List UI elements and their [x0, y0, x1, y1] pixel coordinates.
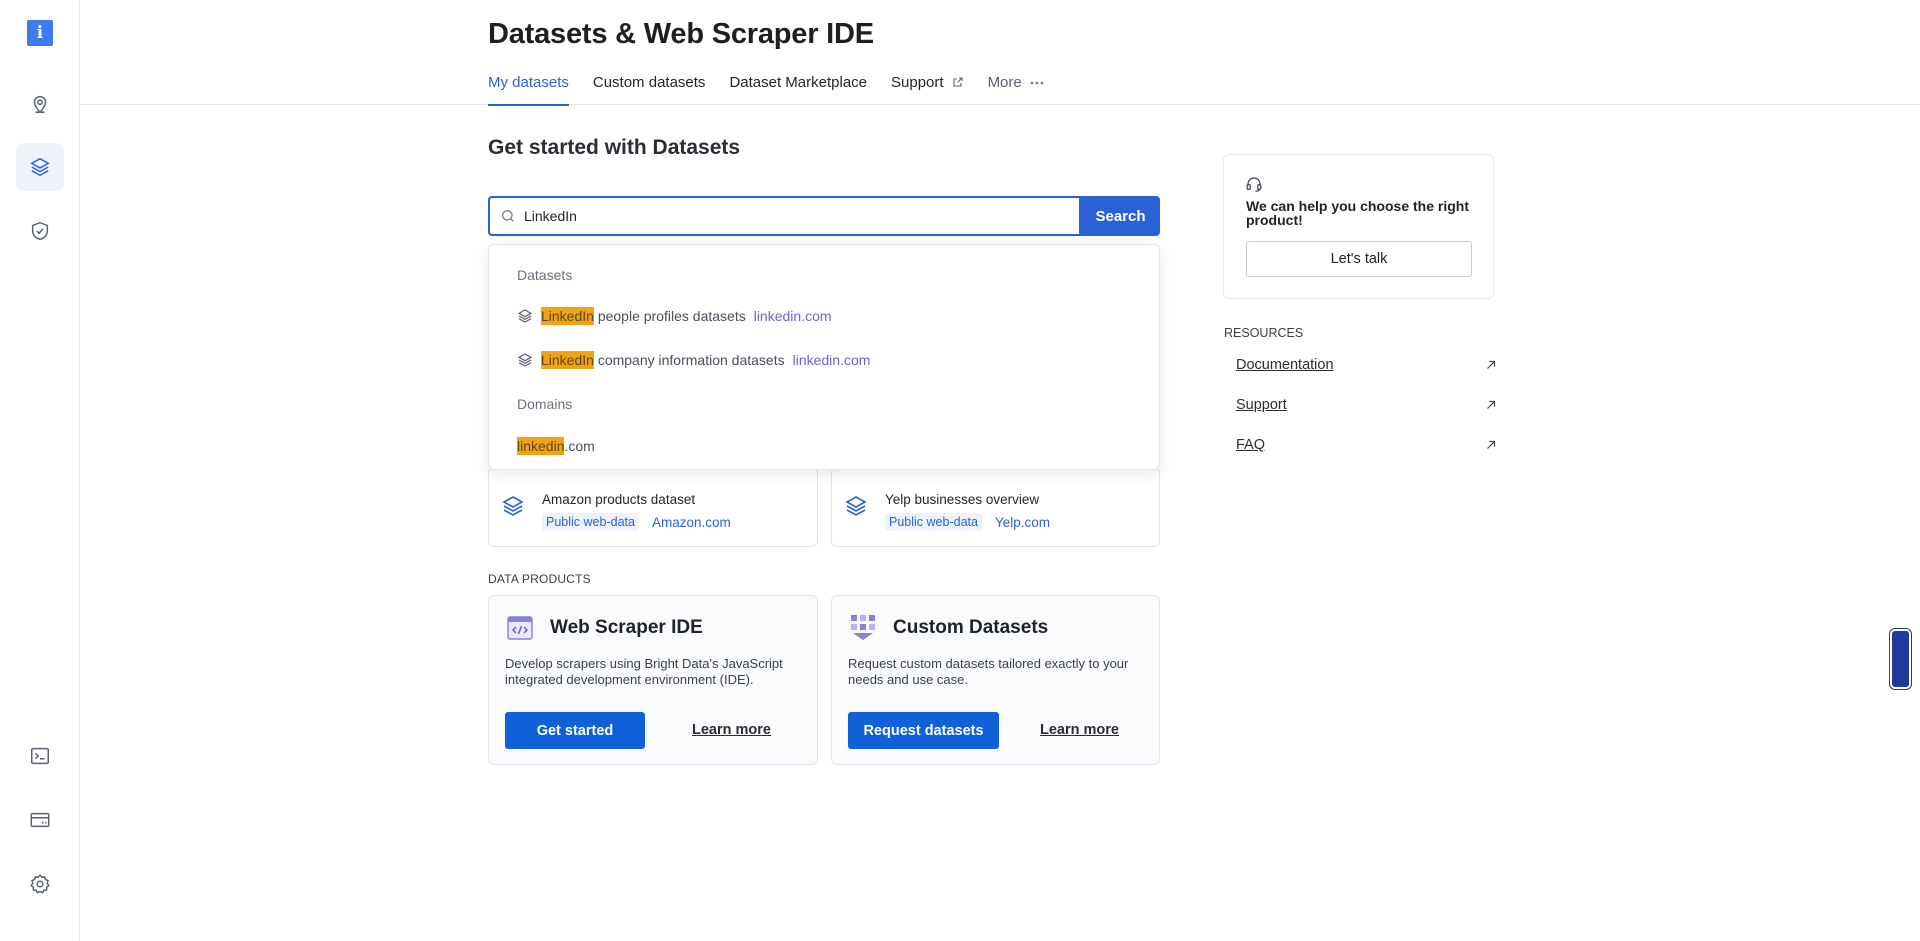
ellipsis-icon: [1030, 81, 1044, 85]
suggestion-domain: linkedin.com: [792, 352, 871, 368]
dataset-tag: Public web-data: [885, 513, 982, 531]
resource-link-support[interactable]: Support: [1236, 397, 1498, 413]
layers-icon: [844, 494, 868, 523]
resources-label: RESOURCES: [1224, 326, 1304, 340]
info-logo-icon[interactable]: i: [27, 20, 53, 46]
layers-icon: [517, 352, 533, 368]
product-card-custom-datasets: Custom Datasets Request custom datasets …: [831, 595, 1160, 765]
terminal-icon: [31, 747, 49, 765]
search-button[interactable]: Search: [1081, 196, 1160, 236]
product-title: Web Scraper IDE: [550, 617, 703, 638]
location-pin-icon: [33, 96, 47, 114]
search-field[interactable]: [488, 196, 1081, 236]
accessibility-widget-button[interactable]: [1889, 628, 1912, 690]
sidebar-item-proxies[interactable]: [16, 80, 64, 128]
lets-talk-button[interactable]: Let's talk: [1246, 241, 1472, 277]
tab-dataset-marketplace[interactable]: Dataset Marketplace: [729, 74, 867, 105]
suggestion-text: people profiles datasets: [593, 308, 746, 324]
search-icon: [500, 208, 516, 224]
code-window-icon: [507, 616, 533, 645]
dataset-site-link[interactable]: Amazon.com: [652, 515, 731, 530]
match-highlight: LinkedIn: [541, 351, 594, 369]
sidebar-item-terminal[interactable]: [16, 732, 64, 780]
custom-datasets-icon: [849, 613, 877, 646]
product-card-web-scraper-ide: Web Scraper IDE Develop scrapers using B…: [488, 595, 818, 765]
tab-label: Custom datasets: [592, 74, 706, 91]
arrow-up-right-icon: [1487, 400, 1496, 409]
resource-label[interactable]: Documentation: [1236, 357, 1334, 373]
tab-my-datasets[interactable]: My datasets: [488, 74, 569, 106]
arrow-up-right-icon: [1487, 440, 1496, 449]
dataset-name: Amazon products dataset: [542, 492, 696, 507]
tab-more[interactable]: More: [988, 74, 1044, 105]
product-description: Request custom datasets tailored exactly…: [848, 656, 1129, 687]
tab-label: Dataset Marketplace: [729, 74, 868, 91]
dataset-card-amazon[interactable]: Amazon products dataset Public web-data …: [488, 467, 818, 547]
suggestions-domains-label: Domains: [517, 396, 573, 412]
dataset-name: Yelp businesses overview: [885, 492, 1040, 507]
resource-label[interactable]: FAQ: [1236, 437, 1265, 453]
tab-label: My datasets: [488, 74, 569, 91]
gear-icon: [30, 874, 50, 894]
sidebar-item-security[interactable]: [16, 207, 64, 255]
tab-bar: My datasets Custom datasets Dataset Mark…: [488, 74, 1044, 106]
dataset-card-yelp[interactable]: Yelp businesses overview Public web-data…: [831, 467, 1160, 547]
sidebar: i: [0, 0, 80, 941]
resource-link-documentation[interactable]: Documentation: [1236, 357, 1498, 373]
match-highlight: linkedin: [517, 437, 565, 455]
suggestion-domain: linkedin.com: [753, 308, 832, 324]
product-description: Develop scrapers using Bright Data's Jav…: [505, 656, 783, 687]
learn-more-link[interactable]: Learn more: [692, 722, 771, 738]
search-suggestions-dropdown: Datasets LinkedIn people profiles datase…: [488, 244, 1160, 470]
page-header: Datasets & Web Scraper IDE My datasets C…: [80, 0, 1920, 106]
credit-card-icon: [30, 812, 50, 828]
resource-link-faq[interactable]: FAQ: [1236, 437, 1498, 453]
request-datasets-button[interactable]: Request datasets: [848, 712, 999, 749]
suggestion-text: .com: [564, 438, 595, 454]
dataset-site-link[interactable]: Yelp.com: [995, 515, 1050, 530]
help-card: We can help you choose the right product…: [1223, 154, 1494, 299]
data-products-label: DATA PRODUCTS: [488, 572, 591, 586]
layers-icon: [30, 157, 50, 177]
external-link-icon: [952, 76, 964, 88]
suggestion-item[interactable]: LinkedIn company information datasets li…: [517, 351, 870, 369]
get-started-button[interactable]: Get started: [505, 712, 645, 749]
suggestion-item[interactable]: LinkedIn people profiles datasets linked…: [517, 307, 832, 325]
resource-label[interactable]: Support: [1236, 397, 1287, 413]
arrow-up-right-icon: [1487, 360, 1496, 369]
layers-icon: [517, 308, 533, 324]
search-input[interactable]: [522, 207, 1042, 225]
sidebar-item-settings[interactable]: [16, 860, 64, 908]
suggestions-datasets-label: Datasets: [517, 267, 573, 283]
shield-check-icon: [31, 221, 49, 241]
section-heading: Get started with Datasets: [488, 136, 741, 159]
suggestion-domain-item[interactable]: linkedin .com: [517, 437, 595, 455]
learn-more-link[interactable]: Learn more: [1040, 722, 1119, 738]
tab-support[interactable]: Support: [891, 74, 964, 105]
suggestion-text: company information datasets: [593, 352, 785, 368]
page-title: Datasets & Web Scraper IDE: [488, 18, 874, 50]
tab-label: More: [987, 74, 1022, 91]
tab-custom-datasets[interactable]: Custom datasets: [593, 74, 706, 105]
match-highlight: LinkedIn: [541, 307, 594, 325]
dataset-tag: Public web-data: [542, 513, 639, 531]
headset-icon: [1245, 175, 1263, 198]
layers-icon: [501, 494, 525, 523]
sidebar-item-billing[interactable]: [16, 796, 64, 844]
help-text: We can help you choose the right product…: [1246, 198, 1469, 228]
tab-label: Support: [891, 74, 944, 91]
product-title: Custom Datasets: [893, 617, 1049, 638]
sidebar-item-datasets[interactable]: [16, 143, 64, 191]
